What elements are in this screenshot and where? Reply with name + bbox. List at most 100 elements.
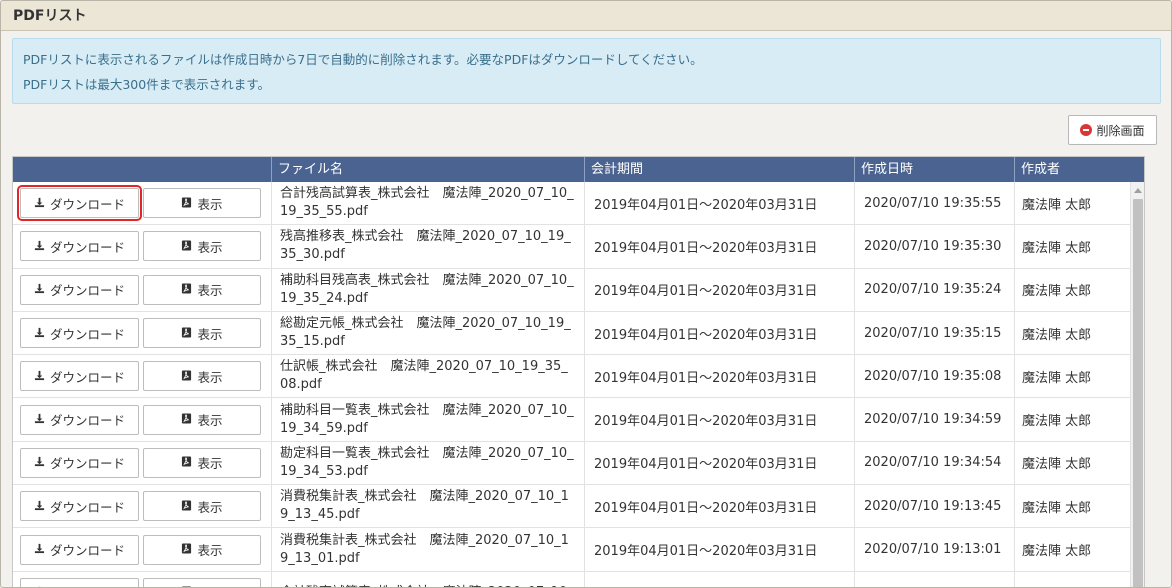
download-icon	[34, 499, 45, 514]
col-header-actions	[13, 157, 272, 182]
table-row: ダウンロード 表示 勘定科目一覧表_株式会社 魔法陣_2020_07_10_19_3…	[13, 441, 1144, 486]
panel-title: PDFリスト	[1, 1, 1171, 31]
download-button[interactable]: ダウンロード	[20, 404, 139, 435]
row-actions: ダウンロード 表示	[13, 571, 272, 587]
download-label: ダウンロード	[49, 239, 125, 255]
col-header-author: 作成者	[1021, 162, 1061, 177]
cell-filename: 仕訳帳_株式会社 魔法陣_2020_07_10_19_35_08.pdf	[272, 355, 585, 398]
cell-filename: 消費税集計表_株式会社 魔法陣_2020_07_10_19_13_45.pdf	[272, 485, 585, 528]
view-label: 表示	[197, 456, 223, 472]
scroll-up-arrow-icon[interactable]	[1134, 188, 1142, 193]
cell-period: 2019年04月01日～2020年03月31日	[585, 398, 855, 441]
cell-author: 魔法陣 太郎	[1022, 457, 1092, 473]
view-label: 表示	[197, 326, 223, 342]
row-actions: ダウンロード 表示	[13, 311, 272, 355]
download-button[interactable]: ダウンロード	[20, 534, 139, 565]
pdf-table: ファイル名 会計期間 作成日時 作成者 ダウンロード 表示 合計残高試算表_株式会社…	[12, 156, 1145, 587]
cell-created: 2020/07/10 19:34:54	[855, 441, 1015, 485]
cell-author: 魔法陣 太郎	[1022, 327, 1092, 343]
download-label: ダウンロード	[49, 196, 125, 212]
download-label: ダウンロード	[50, 583, 125, 587]
notice-line-1: PDFリストに表示されるファイルは作成日時から7日で自動的に削除されます。必要な…	[23, 52, 703, 67]
table-row: ダウンロード 表示 仕訳帳_株式会社 魔法陣_2020_07_10_19_35_08…	[13, 355, 1144, 399]
row-actions: ダウンロード 表示	[13, 485, 272, 528]
cell-period: 2019年04月01日～2020年03月31日	[585, 355, 855, 398]
vertical-scrollbar[interactable]	[1130, 182, 1144, 587]
cell-period: 2019年04月01日～2020年03月31日	[585, 441, 855, 485]
download-button[interactable]: ダウンロード	[20, 318, 139, 349]
row-actions: ダウンロード 表示	[13, 268, 272, 311]
cell-author	[1015, 572, 1130, 587]
table-row: ダウンロード 表示 補助科目一覧表_株式会社 魔法陣_2020_07_10_19_3…	[13, 398, 1144, 442]
cell-author: 魔法陣 太郎	[1022, 370, 1092, 386]
cell-created: 2020/07/10 19:34:59	[855, 398, 1015, 441]
pdf-icon	[181, 326, 192, 341]
col-header-period: 会計期間	[585, 157, 855, 182]
view-button[interactable]: 表示	[143, 188, 261, 219]
row-actions: ダウンロード 表示	[13, 182, 272, 225]
table-row: ダウンロード 表示 消費税集計表_株式会社 魔法陣_2020_07_10_19_13…	[13, 528, 1144, 572]
cell-filename: 補助科目残高表_株式会社 魔法陣_2020_07_10_19_35_24.pdf	[272, 268, 585, 311]
cell-filename: 合計残高試算表_株式会社 魔法陣_2020_07_10	[272, 571, 585, 587]
table-row: ダウンロード 表示 総勘定元帳_株式会社 魔法陣_2020_07_10_19_35_…	[13, 311, 1144, 356]
download-icon	[34, 326, 45, 341]
view-button[interactable]: 表示	[143, 361, 261, 392]
table-body[interactable]: ダウンロード 表示 合計残高試算表_株式会社 魔法陣_2020_07_10_19_3…	[13, 182, 1144, 587]
view-button[interactable]: 表示	[143, 534, 261, 565]
cell-period: 2019年04月01日～2020年03月31日	[585, 182, 855, 225]
download-button[interactable]: ダウンロード	[20, 274, 139, 305]
download-label: ダウンロード	[49, 413, 125, 429]
view-button[interactable]: 表示	[143, 404, 261, 435]
cell-filename: 総勘定元帳_株式会社 魔法陣_2020_07_10_19_35_15.pdf	[272, 311, 585, 355]
download-icon	[34, 455, 45, 470]
view-button[interactable]: 表示	[143, 231, 261, 262]
row-actions: ダウンロード 表示	[13, 225, 272, 268]
view-label: 表示	[197, 239, 223, 255]
pdf-icon	[181, 282, 192, 297]
row-actions: ダウンロード 表示	[13, 355, 272, 398]
cell-author: 魔法陣 太郎	[1022, 197, 1092, 213]
pdf-icon	[181, 455, 192, 470]
notice-line-2: PDFリストは最大300件まで表示されます。	[23, 77, 270, 92]
cell-filename: 勘定科目一覧表_株式会社 魔法陣_2020_07_10_19_34_53.pdf	[272, 441, 585, 485]
download-icon	[34, 282, 45, 297]
pdf-icon	[181, 369, 192, 384]
cell-filename: 消費税集計表_株式会社 魔法陣_2020_07_10_19_13_01.pdf	[272, 528, 585, 571]
view-button[interactable]: 表示	[143, 447, 261, 478]
view-button[interactable]: 表示	[143, 577, 261, 587]
delete-screen-label: 削除画面	[1096, 123, 1145, 138]
cell-created	[855, 571, 1015, 587]
download-button[interactable]: ダウンロード	[20, 577, 139, 587]
cell-author: 魔法陣 太郎	[1022, 284, 1092, 300]
download-button[interactable]: ダウンロード	[20, 447, 139, 478]
table-row: ダウンロード 表示 合計残高試算表_株式会社 魔法陣_2020_07_10	[13, 571, 1144, 587]
pdf-list-panel: PDFリスト PDFリストに表示されるファイルは作成日時から7日で自動的に削除さ…	[0, 0, 1172, 588]
download-label: ダウンロード	[49, 456, 125, 472]
view-button[interactable]: 表示	[143, 274, 261, 305]
table-row: ダウンロード 表示 消費税集計表_株式会社 魔法陣_2020_07_10_19_13…	[13, 485, 1144, 529]
cell-period: 2019年04月01日～2020年03月31日	[585, 311, 855, 355]
pdf-icon	[181, 196, 192, 211]
download-button[interactable]: ダウンロード	[17, 185, 142, 222]
download-icon	[34, 369, 45, 384]
table-row: ダウンロード 表示 補助科目残高表_株式会社 魔法陣_2020_07_10_19_3…	[13, 268, 1144, 312]
pdf-icon	[181, 239, 192, 254]
download-button[interactable]: ダウンロード	[20, 231, 139, 262]
scroll-thumb[interactable]	[1133, 199, 1143, 587]
cell-created: 2020/07/10 19:35:08	[855, 355, 1015, 398]
row-actions: ダウンロード 表示	[13, 441, 272, 485]
cell-period	[585, 571, 855, 587]
download-icon	[34, 196, 45, 211]
download-icon	[34, 412, 45, 427]
download-button[interactable]: ダウンロード	[20, 361, 139, 392]
view-label: 表示	[197, 413, 223, 429]
row-actions: ダウンロード 表示	[13, 398, 272, 441]
delete-screen-button[interactable]: 削除画面	[1068, 115, 1157, 145]
pdf-icon	[181, 412, 192, 427]
download-button[interactable]: ダウンロード	[20, 491, 139, 522]
cell-created: 2020/07/10 19:35:30	[855, 225, 1015, 268]
cell-period: 2019年04月01日～2020年03月31日	[585, 225, 855, 268]
view-button[interactable]: 表示	[143, 491, 261, 522]
cell-author: 魔法陣 太郎	[1022, 500, 1092, 516]
view-button[interactable]: 表示	[143, 318, 261, 349]
